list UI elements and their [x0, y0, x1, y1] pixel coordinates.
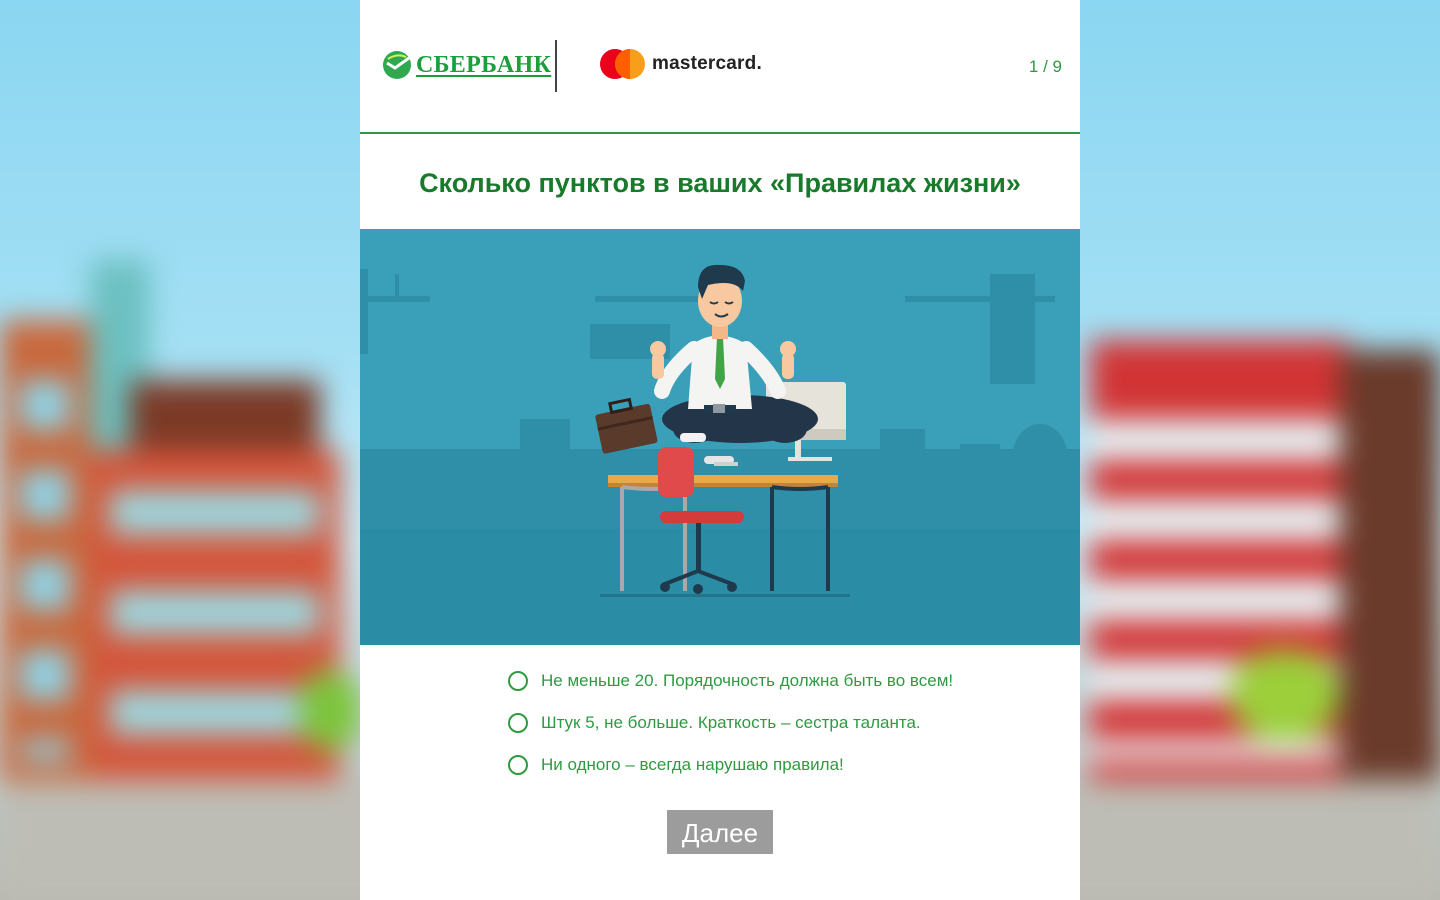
answer-option-3[interactable]: Ни одного – всегда нарушаю правила!: [508, 744, 953, 786]
answer-option-2[interactable]: Штук 5, не больше. Краткость – сестра та…: [508, 702, 953, 744]
answer-option-1[interactable]: Не меньше 20. Порядочность должна быть в…: [508, 660, 953, 702]
quiz-card: СБЕРБАНК mastercard. 1 / 9 Сколько пункт…: [360, 0, 1080, 900]
illustration-meditating-office-worker: [360, 229, 1080, 645]
radio-icon[interactable]: [508, 755, 528, 775]
answer-label: Штук 5, не больше. Краткость – сестра та…: [541, 713, 921, 732]
sberbank-logo-text: СБЕРБАНК: [416, 51, 552, 78]
radio-icon[interactable]: [508, 713, 528, 733]
answer-label: Ни одного – всегда нарушаю правила!: [541, 755, 844, 774]
next-button[interactable]: Далее: [667, 810, 773, 854]
mastercard-logo-text: mastercard.: [652, 53, 762, 74]
logo-divider: [555, 40, 557, 92]
page-counter: 1 / 9: [1028, 57, 1062, 76]
sberbank-logo-icon: [383, 51, 411, 79]
mastercard-logo-icon: [600, 48, 646, 80]
question-title: Сколько пунктов в ваших «Правилах жизни»: [419, 168, 1021, 198]
sberbank-logo: СБЕРБАНК: [382, 50, 551, 80]
answer-label: Не меньше 20. Порядочность должна быть в…: [541, 671, 954, 690]
mastercard-logo: mastercard.: [600, 48, 762, 80]
header: СБЕРБАНК mastercard. 1 / 9: [360, 0, 1080, 134]
radio-icon[interactable]: [508, 671, 528, 691]
answer-list: Не меньше 20. Порядочность должна быть в…: [508, 660, 953, 786]
